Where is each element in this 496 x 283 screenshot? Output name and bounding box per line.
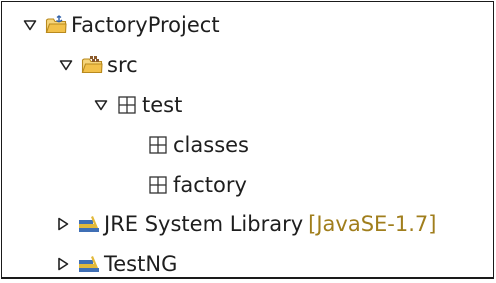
- tree-item-package-test[interactable]: test: [92, 86, 182, 124]
- package-icon: [116, 94, 138, 116]
- source-folder-icon: [81, 54, 103, 76]
- jre-version-decoration: [JavaSE-1.7]: [308, 212, 437, 236]
- library-icon: [78, 213, 100, 235]
- tree-item-factory-project[interactable]: FactoryProject: [21, 6, 220, 44]
- tree-item-testng[interactable]: TestNG: [54, 245, 177, 283]
- tree-item-package-classes[interactable]: classes: [147, 126, 249, 164]
- package-explorer-tree: FactoryProject src test classes factory …: [1, 1, 494, 279]
- package-icon: [147, 174, 169, 196]
- package-icon: [147, 134, 169, 156]
- collapsed-triangle-icon[interactable]: [54, 255, 72, 273]
- collapsed-triangle-icon[interactable]: [54, 215, 72, 233]
- tree-item-src[interactable]: src: [57, 46, 138, 84]
- project-label: FactoryProject: [71, 13, 220, 37]
- expanded-triangle-icon[interactable]: [21, 16, 39, 34]
- testng-label: TestNG: [104, 252, 178, 276]
- jre-label: JRE System Library: [104, 212, 304, 236]
- package-test-label: test: [142, 93, 183, 117]
- java-project-folder-icon: [45, 14, 67, 36]
- expanded-triangle-icon[interactable]: [92, 96, 110, 114]
- library-icon: [78, 253, 100, 275]
- expanded-triangle-icon[interactable]: [57, 56, 75, 74]
- package-factory-label: factory: [173, 173, 247, 197]
- tree-item-package-factory[interactable]: factory: [147, 166, 247, 204]
- package-classes-label: classes: [173, 133, 249, 157]
- tree-item-jre-system-library[interactable]: JRE System Library [JavaSE-1.7]: [54, 205, 436, 243]
- src-label: src: [107, 53, 138, 77]
